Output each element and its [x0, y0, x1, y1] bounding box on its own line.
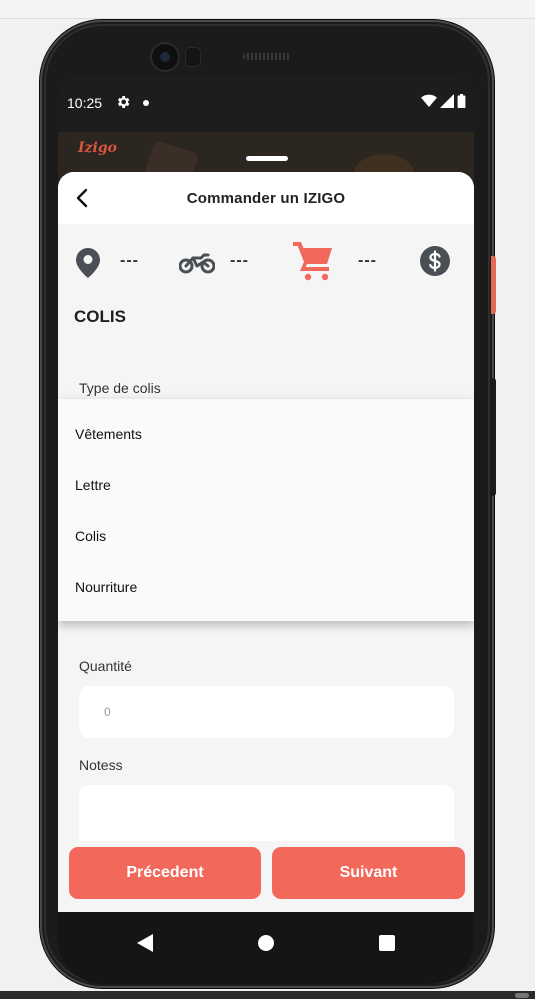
order-steps: --- --- --- [58, 224, 474, 304]
status-bar: 10:25 [58, 76, 474, 132]
package-type-label: Type de colis [79, 380, 161, 396]
battery-icon [457, 94, 466, 108]
proximity-sensor [186, 48, 200, 66]
step-vehicle-value: --- [230, 252, 249, 269]
sheet-header: Commander un IZIGO [58, 172, 474, 224]
nav-recents-button[interactable] [370, 926, 404, 960]
step-location-value: --- [120, 252, 139, 269]
notification-dot [143, 100, 149, 106]
earpiece-speaker [243, 53, 291, 60]
quantity-label: Quantité [79, 658, 132, 674]
page-title: Commander un IZIGO [186, 190, 346, 207]
power-button [491, 256, 496, 314]
dollar-icon [420, 246, 450, 281]
home-circle-icon [258, 935, 274, 951]
quantity-input[interactable]: 0 [79, 686, 454, 738]
nav-home-button[interactable] [249, 926, 283, 960]
signal-icon [440, 94, 454, 108]
cart-icon [291, 238, 335, 287]
notes-label: Notess [79, 757, 123, 773]
section-title: COLIS [74, 307, 126, 326]
android-nav-bar [58, 912, 474, 984]
dropdown-option[interactable]: Vêtements [75, 426, 142, 442]
status-time: 10:25 [67, 95, 103, 111]
action-bar: Précedent Suivant [58, 841, 474, 912]
next-button[interactable]: Suivant [272, 847, 465, 899]
sheet-drag-handle[interactable] [246, 156, 288, 161]
quantity-value: 0 [104, 705, 111, 719]
settings-gear-icon [115, 94, 131, 115]
order-bottom-sheet: Commander un IZIGO --- --- --- COLIS Typ… [58, 172, 474, 912]
phone-screen: 10:25 Izigo Commander un IZIGO --- --- -… [58, 76, 474, 984]
dropdown-option[interactable]: Lettre [75, 477, 111, 493]
back-triangle-icon [137, 934, 153, 952]
step-package-value: --- [358, 252, 377, 269]
previous-button[interactable]: Précedent [69, 847, 261, 899]
dropdown-option[interactable]: Colis [75, 528, 106, 544]
front-camera [152, 44, 178, 70]
bottom-strip [0, 991, 535, 999]
motorcycle-icon [178, 252, 216, 279]
browser-top-strip [0, 0, 535, 19]
location-pin-icon [76, 248, 100, 283]
recents-square-icon [379, 935, 395, 951]
izigo-logo: Izigo [78, 140, 117, 156]
nav-back-button[interactable] [128, 926, 162, 960]
package-type-dropdown: Vêtements Lettre Colis Nourriture [58, 399, 474, 621]
dropdown-option[interactable]: Nourriture [75, 579, 137, 595]
wifi-icon [421, 94, 437, 107]
volume-button [491, 378, 496, 496]
